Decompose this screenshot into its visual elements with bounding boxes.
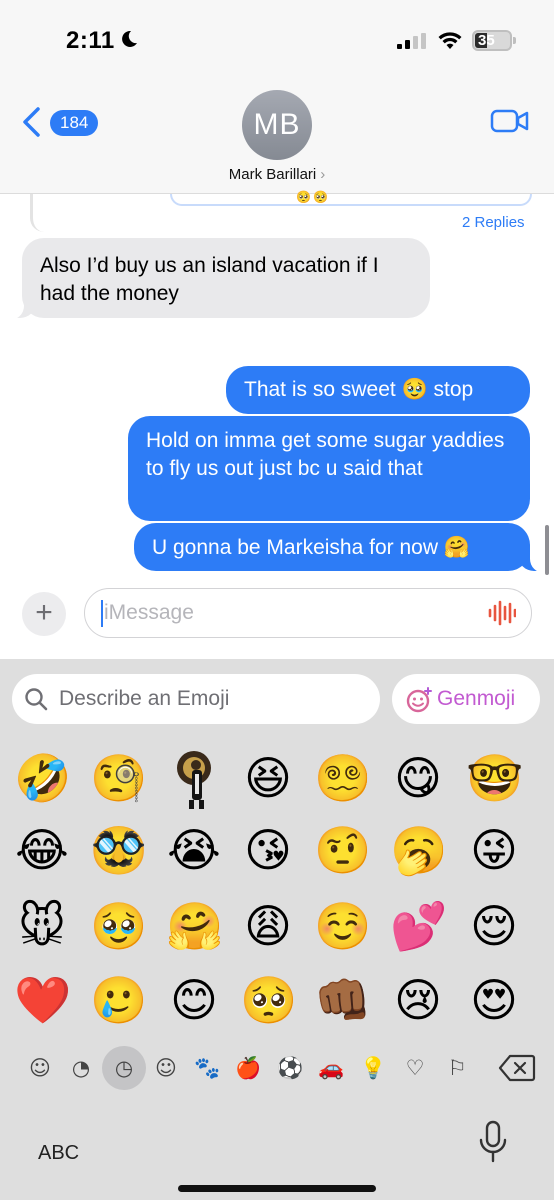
status-bar: 2:11 35 bbox=[0, 0, 554, 86]
emoji-key[interactable]: 😆 bbox=[240, 750, 296, 806]
emoji-key[interactable]: 😢 bbox=[390, 972, 446, 1028]
conversation-header: 184 MB Mark Barillari › bbox=[0, 86, 554, 194]
audio-message-icon[interactable] bbox=[488, 600, 516, 626]
flags-icon[interactable]: ⚐ bbox=[444, 1055, 470, 1081]
status-time: 2:11 bbox=[66, 27, 115, 54]
recent-clock-icon[interactable]: ◷ bbox=[111, 1055, 137, 1081]
emoji-key[interactable]: 🤨 bbox=[314, 822, 371, 878]
emoji-key[interactable]: 🐭 bbox=[14, 898, 70, 954]
emoji-key[interactable]: ☺️ bbox=[314, 898, 371, 954]
objects-icon[interactable]: 💡 bbox=[360, 1055, 386, 1081]
emoji-key[interactable]: 😌 bbox=[466, 898, 522, 954]
emoji-key[interactable]: 🥲 bbox=[90, 972, 147, 1028]
emoji-key[interactable]: 👊🏾 bbox=[314, 972, 371, 1028]
message-bubble-incoming[interactable]: Also I’d buy us an island vacation if I … bbox=[22, 238, 430, 318]
memoji-icon[interactable]: ☺ bbox=[27, 1055, 53, 1081]
text-cursor bbox=[101, 600, 103, 627]
emoji-key[interactable]: ❤️ bbox=[14, 972, 71, 1028]
apps-plus-button[interactable]: + bbox=[22, 592, 66, 636]
emoji-key[interactable]: 😩 bbox=[240, 898, 296, 954]
emoji-key[interactable]: 😘 bbox=[240, 822, 296, 878]
smileys-icon[interactable]: ☺ bbox=[153, 1055, 179, 1081]
emoji-key[interactable]: 😜 bbox=[466, 822, 522, 878]
battery-level: 35 bbox=[478, 32, 495, 49]
message-bubble-outgoing[interactable]: That is so sweet 🥹 stop bbox=[226, 366, 530, 414]
emoji-key[interactable]: 😊 bbox=[166, 972, 222, 1028]
cellular-signal-icon bbox=[397, 33, 426, 49]
abc-keyboard-switch[interactable]: ABC bbox=[38, 1142, 79, 1165]
battery-icon: 35 bbox=[472, 30, 512, 51]
reply-thread-card[interactable] bbox=[170, 194, 532, 206]
message-bubble-outgoing[interactable]: U gonna be Markeisha for now 🤗 bbox=[134, 523, 530, 571]
contact-avatar[interactable]: MB bbox=[242, 90, 312, 160]
unread-count-badge[interactable]: 184 bbox=[50, 110, 99, 136]
emoji-key[interactable]: 😍 bbox=[466, 972, 522, 1028]
emoji-key[interactable]: 🤣 bbox=[14, 750, 71, 806]
emoji-key[interactable]: 😂 bbox=[14, 822, 70, 878]
emoji-key[interactable]: 🤓 bbox=[466, 750, 523, 806]
replies-link[interactable]: 2 Replies bbox=[462, 214, 525, 231]
emoji-key[interactable]: 🥺 bbox=[240, 972, 297, 1028]
symbols-icon[interactable]: ♡ bbox=[402, 1055, 428, 1081]
emoji-key[interactable]: 💕 bbox=[390, 898, 447, 954]
activity-icon[interactable]: ⚽ bbox=[277, 1055, 303, 1081]
back-chevron-icon[interactable] bbox=[20, 106, 42, 138]
genmoji-label: Genmoji bbox=[437, 687, 516, 710]
contact-name-button[interactable]: Mark Barillari › bbox=[0, 166, 554, 183]
custom-sticker-image[interactable] bbox=[174, 748, 218, 810]
focus-moon-icon bbox=[122, 30, 137, 47]
message-placeholder: iMessage bbox=[104, 601, 194, 624]
food-icon[interactable]: 🍎 bbox=[235, 1055, 261, 1081]
travel-icon[interactable]: 🚗 bbox=[318, 1055, 344, 1081]
emoji-key[interactable]: 🥸 bbox=[90, 822, 147, 878]
delete-backspace-icon[interactable] bbox=[498, 1054, 536, 1082]
reply-card-emoji: 🥺🥺 bbox=[296, 190, 330, 204]
emoji-search-placeholder: Describe an Emoji bbox=[59, 687, 230, 710]
emoji-key[interactable]: 😭 bbox=[166, 822, 222, 878]
thread-line bbox=[30, 194, 44, 232]
home-indicator bbox=[178, 1185, 376, 1192]
emoji-key[interactable]: 😋 bbox=[390, 750, 446, 806]
contact-name: Mark Barillari bbox=[228, 166, 317, 183]
sticker-icon[interactable]: ◔ bbox=[68, 1055, 94, 1081]
search-icon bbox=[25, 688, 48, 711]
emoji-key[interactable]: 🥱 bbox=[390, 822, 447, 878]
emoji-key[interactable]: 🤗 bbox=[166, 898, 223, 954]
emoji-key[interactable]: 😵‍💫 bbox=[314, 750, 371, 806]
scrollbar[interactable] bbox=[545, 525, 549, 575]
dictation-mic-icon[interactable] bbox=[478, 1120, 508, 1164]
animals-icon[interactable]: 🐾 bbox=[194, 1055, 220, 1081]
emoji-key[interactable]: 🥹 bbox=[90, 898, 147, 954]
emoji-key[interactable]: 🧐 bbox=[90, 750, 147, 806]
message-bubble-outgoing[interactable]: Hold on imma get some sugar yaddies to f… bbox=[128, 416, 530, 521]
chevron-right-icon: › bbox=[320, 166, 326, 183]
wifi-icon bbox=[438, 32, 462, 49]
genmoji-smiley-icon bbox=[406, 687, 432, 713]
facetime-video-icon[interactable] bbox=[490, 108, 530, 134]
